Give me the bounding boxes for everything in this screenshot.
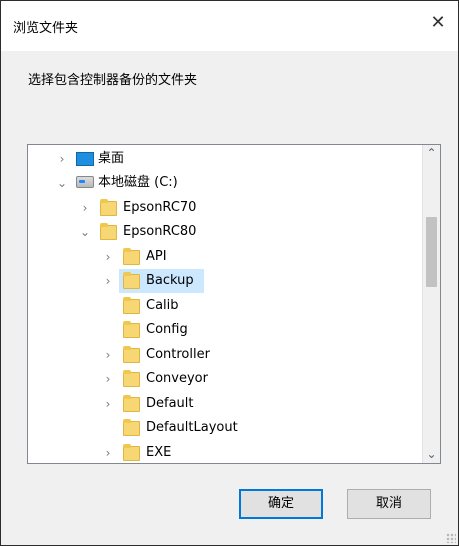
chevron-down-icon[interactable]: ⌄ (78, 220, 92, 244)
desktop-icon (76, 152, 94, 166)
chevron-right-icon[interactable]: › (101, 392, 115, 416)
folder-icon (123, 248, 140, 265)
tree-item-calib[interactable]: Calib (28, 294, 422, 318)
scroll-thumb[interactable] (426, 217, 437, 287)
tree-item-config[interactable]: Config (28, 318, 422, 342)
tree-item-backup[interactable]: › Backup (28, 269, 422, 293)
tree-item-label: API (146, 249, 167, 264)
tree-item-default[interactable]: › Default (28, 392, 422, 416)
close-button[interactable]: ✕ (426, 11, 450, 35)
title-bar: 浏览文件夹 ✕ (1, 1, 458, 51)
tree-item-label: 桌面 (98, 151, 125, 166)
tree-item-desktop[interactable]: › 桌面 (28, 147, 422, 171)
browse-folder-dialog: 浏览文件夹 ✕ 选择包含控制器备份的文件夹 › 桌面 ⌄ 本地磁盘 (C:) ›… (0, 0, 459, 546)
drive-icon (76, 176, 94, 188)
chevron-right-icon[interactable]: › (101, 367, 115, 391)
tree-item-label: EXE (146, 445, 172, 460)
folder-icon (123, 346, 140, 363)
folder-icon (123, 395, 140, 412)
resize-grip[interactable] (446, 533, 456, 543)
chevron-right-icon[interactable]: › (78, 196, 92, 220)
tree-item-label: Controller (146, 347, 210, 362)
folder-icon (100, 199, 117, 216)
tree-item-label: Conveyor (146, 371, 208, 386)
tree-item-epsonrc80[interactable]: ⌄ EpsonRC80 (28, 220, 422, 244)
tree-item-label: Backup (146, 273, 194, 288)
tree-item-label: Default (146, 396, 194, 411)
tree-item-exe[interactable]: › EXE (28, 441, 422, 463)
ok-button[interactable]: 确定 (239, 489, 323, 519)
tree-item-label: 本地磁盘 (C:) (98, 175, 178, 190)
tree-item-label: Calib (146, 298, 179, 313)
chevron-right-icon[interactable]: › (101, 245, 115, 269)
folder-icon (123, 321, 140, 338)
scroll-down-icon[interactable]: ⌄ (423, 446, 440, 463)
tree-item-api[interactable]: › API (28, 245, 422, 269)
folder-icon (123, 419, 140, 436)
tree-item-label: EpsonRC70 (123, 200, 197, 215)
folder-icon (123, 370, 140, 387)
tree-item-local-disk[interactable]: ⌄ 本地磁盘 (C:) (28, 171, 422, 195)
chevron-right-icon[interactable]: › (101, 269, 115, 293)
chevron-right-icon[interactable]: › (101, 343, 115, 367)
scroll-up-icon[interactable]: ⌃ (423, 145, 440, 162)
chevron-down-icon[interactable]: ⌄ (55, 171, 69, 195)
tree-item-controller[interactable]: › Controller (28, 343, 422, 367)
tree-viewport: › 桌面 ⌄ 本地磁盘 (C:) › EpsonRC70 ⌄ EpsonRC80 (28, 145, 422, 463)
chevron-right-icon[interactable]: › (101, 441, 115, 463)
folder-icon (123, 444, 140, 461)
tree-item-label: EpsonRC80 (123, 224, 197, 239)
folder-icon (100, 223, 117, 240)
chevron-right-icon[interactable]: › (55, 147, 69, 171)
window-title: 浏览文件夹 (13, 21, 79, 36)
tree-item-defaultlayout[interactable]: DefaultLayout (28, 416, 422, 440)
cancel-button[interactable]: 取消 (347, 489, 431, 519)
tree-item-epsonrc70[interactable]: › EpsonRC70 (28, 196, 422, 220)
tree-item-label: Config (146, 322, 188, 337)
tree-item-label: DefaultLayout (146, 420, 238, 435)
folder-tree[interactable]: › 桌面 ⌄ 本地磁盘 (C:) › EpsonRC70 ⌄ EpsonRC80 (27, 144, 441, 464)
folder-icon (123, 297, 140, 314)
folder-icon (123, 272, 140, 289)
tree-item-conveyor[interactable]: › Conveyor (28, 367, 422, 391)
vertical-scrollbar[interactable]: ⌃ ⌄ (422, 145, 440, 463)
instruction-text: 选择包含控制器备份的文件夹 (28, 73, 198, 88)
